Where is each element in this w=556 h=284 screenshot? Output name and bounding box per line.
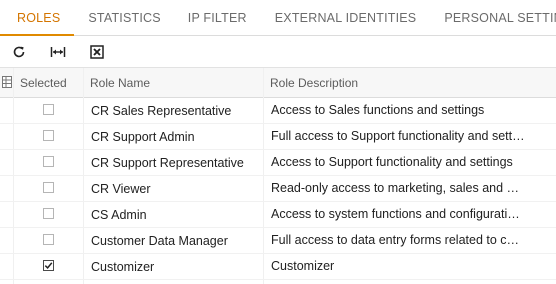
table-row[interactable]: CS Admin Access to system functions and … [0, 202, 556, 228]
role-name-cell: CR Support Representative [91, 155, 244, 170]
role-name-cell: Customer Data Manager [91, 233, 228, 248]
checkmark-icon [44, 262, 53, 270]
tab-statistics[interactable]: STATISTICS [74, 0, 174, 35]
fit-columns-icon [50, 47, 66, 57]
refresh-icon [13, 46, 25, 58]
role-name-cell: CR Support Admin [91, 129, 195, 144]
column-header-selected-label: Selected [20, 75, 67, 90]
role-name-cell: CS Admin [91, 207, 147, 222]
tab-roles[interactable]: ROLES [0, 0, 75, 36]
grid-body: CR Sales Representative Access to Sales … [0, 98, 556, 280]
tab-ip-filter[interactable]: IP FILTER [175, 0, 261, 35]
role-description-cell: Access to Sales functions and settings [271, 103, 485, 117]
column-header-role-name-label: Role Name [90, 75, 151, 90]
selected-checkbox[interactable] [43, 234, 54, 245]
export-button[interactable] [86, 42, 108, 62]
table-row[interactable]: Customizer Customizer [0, 254, 556, 280]
role-name-cell: CR Sales Representative [91, 103, 232, 118]
role-description-cell: Access to system functions and configura… [271, 207, 525, 221]
table-row[interactable]: CR Support Representative Access to Supp… [0, 150, 556, 176]
column-header-selected[interactable]: Selected [13, 68, 84, 97]
tab-external-identities[interactable]: EXTERNAL IDENTITIES [261, 0, 431, 35]
role-description-cell: Customizer [271, 259, 335, 273]
role-name-cell: CR Viewer [91, 181, 151, 196]
selected-checkbox[interactable] [43, 156, 54, 167]
table-row[interactable]: CR Sales Representative Access to Sales … [0, 98, 556, 124]
column-header-role-name[interactable]: Role Name [83, 68, 264, 97]
refresh-button[interactable] [8, 42, 30, 62]
fit-columns-button[interactable] [47, 42, 69, 62]
selected-checkbox[interactable] [43, 182, 54, 193]
selected-checkbox[interactable] [43, 130, 54, 141]
column-header-role-description[interactable]: Role Description [263, 68, 556, 97]
table-row[interactable]: CR Support Admin Full access to Support … [0, 124, 556, 150]
column-chooser-button[interactable] [2, 76, 12, 88]
table-row[interactable]: CR Viewer Read-only access to marketing,… [0, 176, 556, 202]
role-name-cell: Customizer [91, 259, 155, 274]
column-chooser-icon [2, 76, 12, 88]
selected-checkbox[interactable] [43, 260, 54, 271]
role-description-cell: Full access to Support functionality and… [271, 129, 525, 143]
role-description-cell: Access to Support functionality and sett… [271, 155, 513, 169]
table-row[interactable]: Customer Data Manager Full access to dat… [0, 228, 556, 254]
tab-personal-settings[interactable]: PERSONAL SETTINGS [430, 0, 556, 35]
selected-checkbox[interactable] [43, 208, 54, 219]
role-description-cell: Read-only access to marketing, sales and… [271, 181, 525, 195]
tab-bar: ROLES STATISTICS IP FILTER EXTERNAL IDEN… [0, 0, 556, 36]
toolbar [0, 36, 556, 68]
column-header-role-description-label: Role Description [270, 75, 359, 90]
selected-checkbox[interactable] [43, 104, 54, 115]
export-excel-icon [90, 45, 104, 59]
role-description-cell: Full access to data entry forms related … [271, 233, 525, 247]
